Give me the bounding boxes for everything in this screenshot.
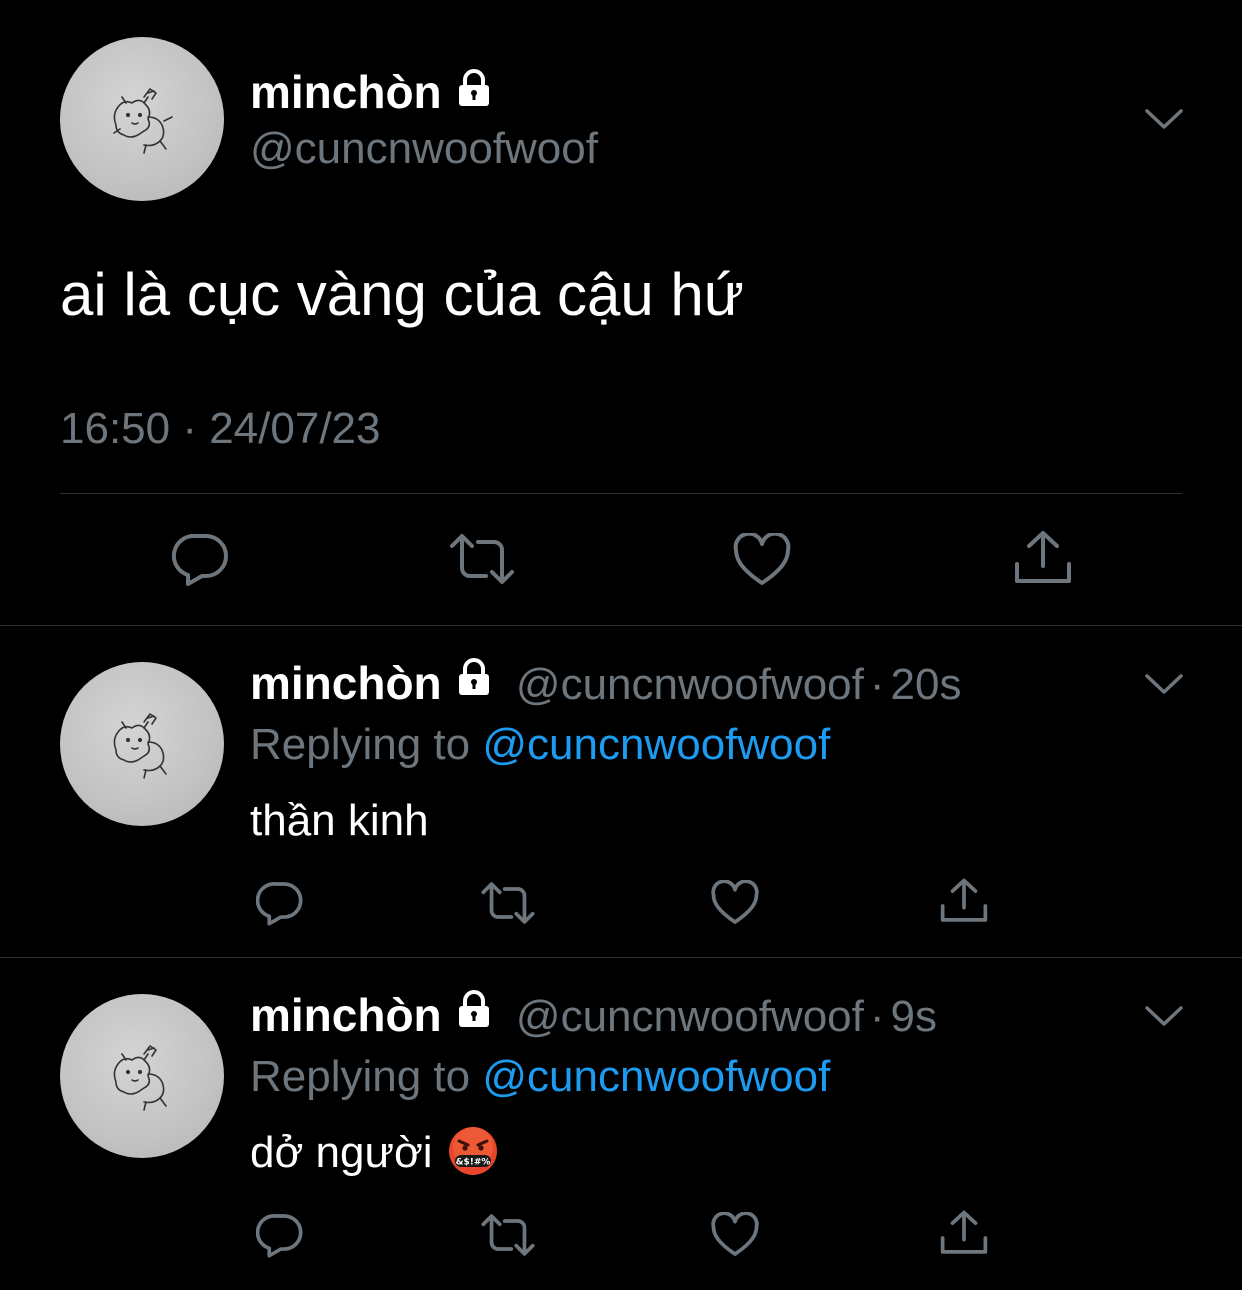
retweet-icon[interactable] [480, 880, 536, 926]
dog-doodle-icon [113, 713, 167, 779]
separator: · [869, 660, 885, 709]
replying-to: Replying to @cuncnwoofwoof [250, 718, 830, 772]
relative-time[interactable]: 20s [891, 660, 962, 709]
dog-doodle-icon [113, 88, 173, 154]
lock-icon [454, 64, 494, 120]
divider [0, 957, 1242, 958]
chevron-down-icon[interactable] [1144, 672, 1184, 696]
dog-doodle-icon [113, 1045, 167, 1111]
share-icon[interactable] [940, 1210, 988, 1256]
avatar[interactable] [60, 662, 224, 826]
svg-text:&$!#%: &$!#% [455, 1158, 490, 1168]
display-name[interactable]: minchòn [250, 64, 494, 124]
avatar[interactable] [60, 994, 224, 1158]
share-icon[interactable] [1014, 530, 1072, 586]
replying-prefix: Replying to [250, 720, 471, 769]
like-icon[interactable] [711, 880, 759, 926]
timestamp[interactable]: 16:50 · 24/07/23 [60, 402, 380, 456]
handle[interactable]: @cuncnwoofwoof [250, 122, 598, 176]
lock-icon [454, 988, 494, 1042]
relative-time[interactable]: 9s [891, 992, 937, 1041]
tweet-text: ai là cục vàng của cậu hứ [60, 261, 744, 328]
reply-icon[interactable] [172, 532, 230, 586]
reply-icon[interactable] [256, 880, 304, 926]
replying-to: Replying to @cuncnwoofwoof [250, 1050, 830, 1104]
cursing-face-icon: &$!#% [448, 1127, 497, 1176]
share-icon[interactable] [940, 878, 988, 924]
retweet-icon[interactable] [480, 1212, 536, 1258]
reply-text: dở người &$!#% [250, 1126, 499, 1181]
handle[interactable]: @cuncnwoofwoof [516, 660, 864, 709]
avatar[interactable] [60, 37, 224, 201]
separator: · [869, 992, 885, 1041]
reply-header: minchòn @cuncnwoofwoof · 20s [250, 656, 961, 714]
divider [60, 493, 1182, 494]
chevron-down-icon[interactable] [1144, 1004, 1184, 1028]
display-name-text[interactable]: minchòn [250, 66, 442, 118]
reply-text-content: dở người [250, 1128, 433, 1177]
handle[interactable]: @cuncnwoofwoof [516, 992, 864, 1041]
like-icon[interactable] [711, 1212, 759, 1258]
chevron-down-icon[interactable] [1144, 107, 1184, 131]
reply-icon[interactable] [256, 1212, 304, 1258]
display-name[interactable]: minchòn [250, 989, 442, 1041]
mention-link[interactable]: @cuncnwoofwoof [482, 1052, 830, 1101]
reply-text: thần kinh [250, 796, 429, 845]
retweet-icon[interactable] [448, 532, 516, 586]
mention-link[interactable]: @cuncnwoofwoof [482, 720, 830, 769]
replying-prefix: Replying to [250, 1052, 471, 1101]
display-name[interactable]: minchòn [250, 657, 442, 709]
reply-header: minchòn @cuncnwoofwoof · 9s [250, 988, 937, 1046]
divider [0, 625, 1242, 626]
lock-icon [454, 656, 494, 710]
like-icon[interactable] [733, 533, 791, 587]
